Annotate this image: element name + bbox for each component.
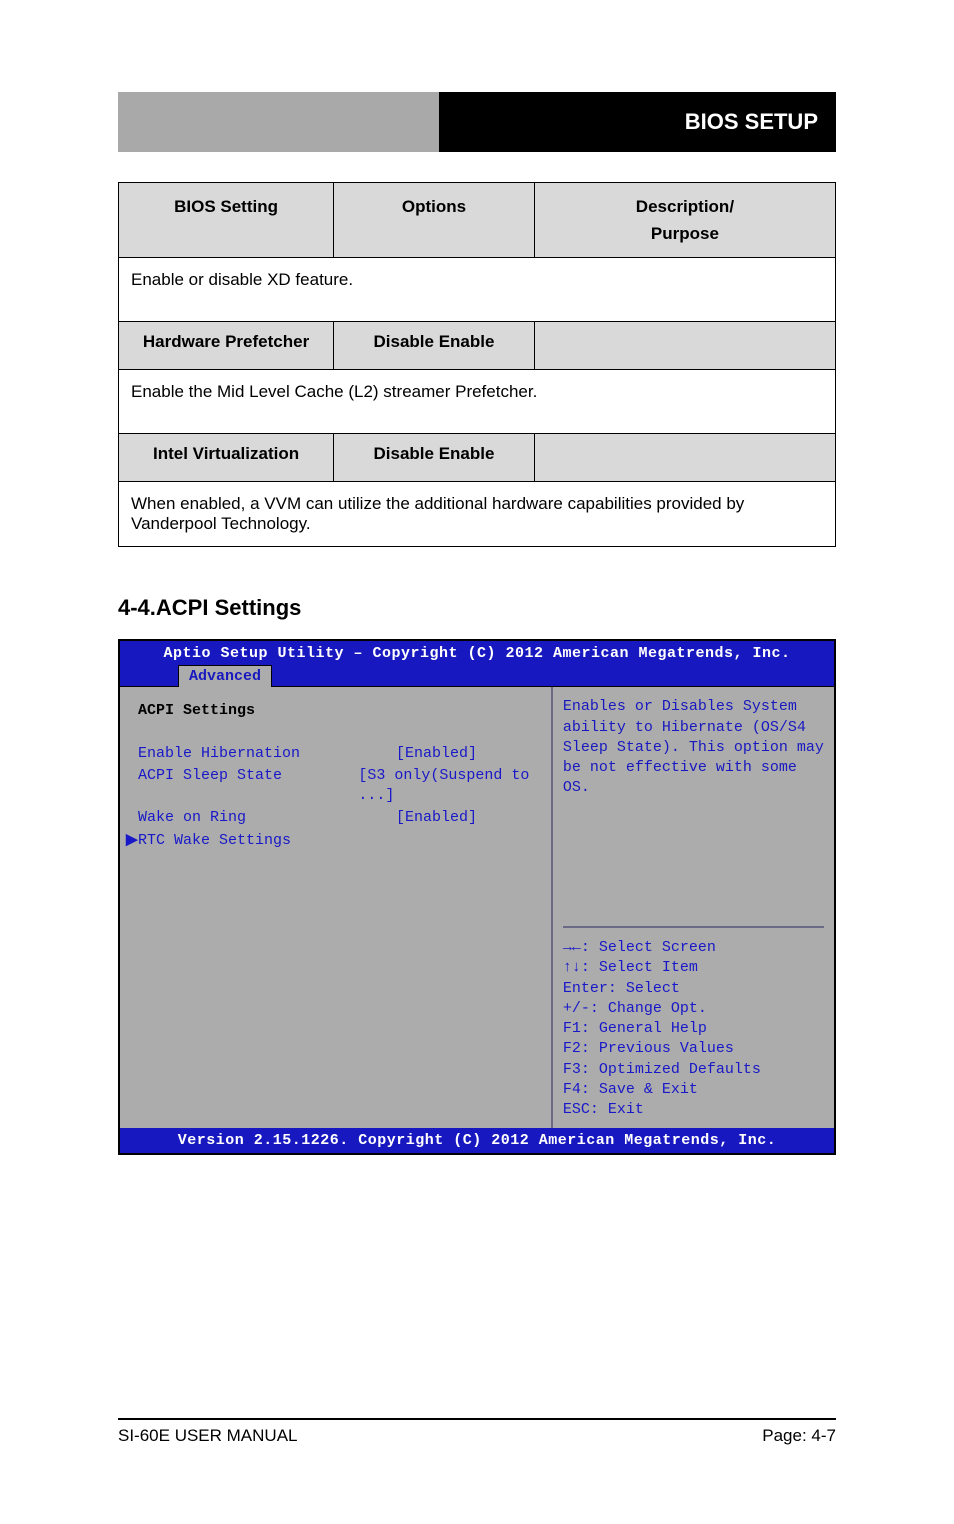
chapter-header-left	[118, 92, 439, 152]
bios-menu-item[interactable]: Wake on Ring [Enabled]	[138, 808, 543, 828]
table-header-setting: BIOS Setting	[119, 183, 334, 258]
table-cell-desc: Enable or disable XD feature.	[119, 258, 836, 322]
bios-menu-value: [S3 only(Suspend to ...]	[358, 766, 543, 807]
bios-menu-value: [Enabled]	[396, 808, 477, 828]
bios-screenshot: Aptio Setup Utility – Copyright (C) 2012…	[118, 639, 836, 1155]
chapter-header-label: BIOS SETUP	[685, 109, 818, 135]
bios-help-line: be not effective with some OS.	[563, 758, 824, 799]
bios-footer-bar: Version 2.15.1226. Copyright (C) 2012 Am…	[120, 1128, 834, 1153]
bios-hint-line: ESC: Exit	[563, 1100, 824, 1120]
bios-key-hints: →←: Select Screen ↑↓: Select Item Enter:…	[563, 926, 824, 1120]
table-row: When enabled, a VVM can utilize the addi…	[119, 482, 836, 547]
bios-menu-item[interactable]: ▶ RTC Wake Settings	[138, 831, 543, 851]
bios-panel-heading: ACPI Settings	[138, 701, 543, 721]
bios-help-line: ability to Hibernate (OS/S4	[563, 718, 824, 738]
table-cell-setting: Intel Virtualization	[119, 434, 334, 482]
bios-help-text: Enables or Disables System ability to Hi…	[563, 697, 824, 798]
page-footer: SI-60E USER MANUAL Page: 4-7	[118, 1418, 836, 1446]
chapter-header-right: BIOS SETUP	[439, 92, 836, 152]
table-cell-options: Disable Enable	[334, 434, 535, 482]
bios-hint-line: F2: Previous Values	[563, 1039, 824, 1059]
bios-hint-line: +/-: Change Opt.	[563, 999, 824, 1019]
bios-hint-line: F3: Optimized Defaults	[563, 1060, 824, 1080]
table-cell-setting: Hardware Prefetcher	[119, 322, 334, 370]
bios-hint-line: Enter: Select	[563, 979, 824, 999]
table-cell-options: Disable Enable	[334, 322, 535, 370]
bios-tab-row: Advanced	[120, 664, 834, 686]
bios-help-line: Enables or Disables System	[563, 697, 824, 717]
footer-page-number: Page: 4-7	[762, 1426, 836, 1446]
bios-menu-item[interactable]: ACPI Sleep State [S3 only(Suspend to ...…	[138, 766, 543, 807]
bios-help-line: Sleep State). This option may	[563, 738, 824, 758]
table-header-desc: Description/ Purpose	[534, 183, 835, 258]
table-row: Enable or disable XD feature.	[119, 258, 836, 322]
bios-help-panel: Enables or Disables System ability to Hi…	[551, 687, 834, 1128]
table-header-options: Options	[334, 183, 535, 258]
bios-menu-item[interactable]: Enable Hibernation [Enabled]	[138, 744, 543, 764]
chapter-header: BIOS SETUP	[118, 92, 836, 152]
bios-hint-line: ↑↓: Select Item	[563, 958, 824, 978]
bios-hint-line: F1: General Help	[563, 1019, 824, 1039]
bios-menu-value: [Enabled]	[396, 744, 477, 764]
bios-menu-panel: ACPI Settings Enable Hibernation [Enable…	[120, 687, 551, 1128]
bios-options-table: BIOS Setting Options Description/ Purpos…	[118, 182, 836, 547]
table-row: Enable the Mid Level Cache (L2) streamer…	[119, 370, 836, 434]
table-cell-blank	[534, 322, 835, 370]
bios-tab-advanced[interactable]: Advanced	[178, 665, 272, 687]
footer-manual-name: SI-60E USER MANUAL	[118, 1426, 298, 1446]
table-header-desc-l1: Description/	[636, 197, 734, 216]
bios-menu-key: Wake on Ring	[138, 808, 396, 828]
table-cell-desc: When enabled, a VVM can utilize the addi…	[119, 482, 836, 547]
section-heading: 4-4.ACPI Settings	[118, 595, 836, 621]
table-row: Intel Virtualization Disable Enable	[119, 434, 836, 482]
bios-menu-key: RTC Wake Settings	[138, 831, 396, 851]
bios-hint-line: F4: Save & Exit	[563, 1080, 824, 1100]
table-header-desc-l2: Purpose	[651, 224, 719, 243]
bios-menu-key: ACPI Sleep State	[138, 766, 358, 807]
table-cell-blank	[534, 434, 835, 482]
table-cell-desc: Enable the Mid Level Cache (L2) streamer…	[119, 370, 836, 434]
bios-hint-line: →←: Select Screen	[563, 938, 824, 958]
table-row: Hardware Prefetcher Disable Enable	[119, 322, 836, 370]
bios-body: ACPI Settings Enable Hibernation [Enable…	[120, 686, 834, 1128]
bios-menu-key: Enable Hibernation	[138, 744, 396, 764]
submenu-arrow-icon: ▶	[126, 831, 138, 851]
bios-titlebar: Aptio Setup Utility – Copyright (C) 2012…	[120, 641, 834, 664]
